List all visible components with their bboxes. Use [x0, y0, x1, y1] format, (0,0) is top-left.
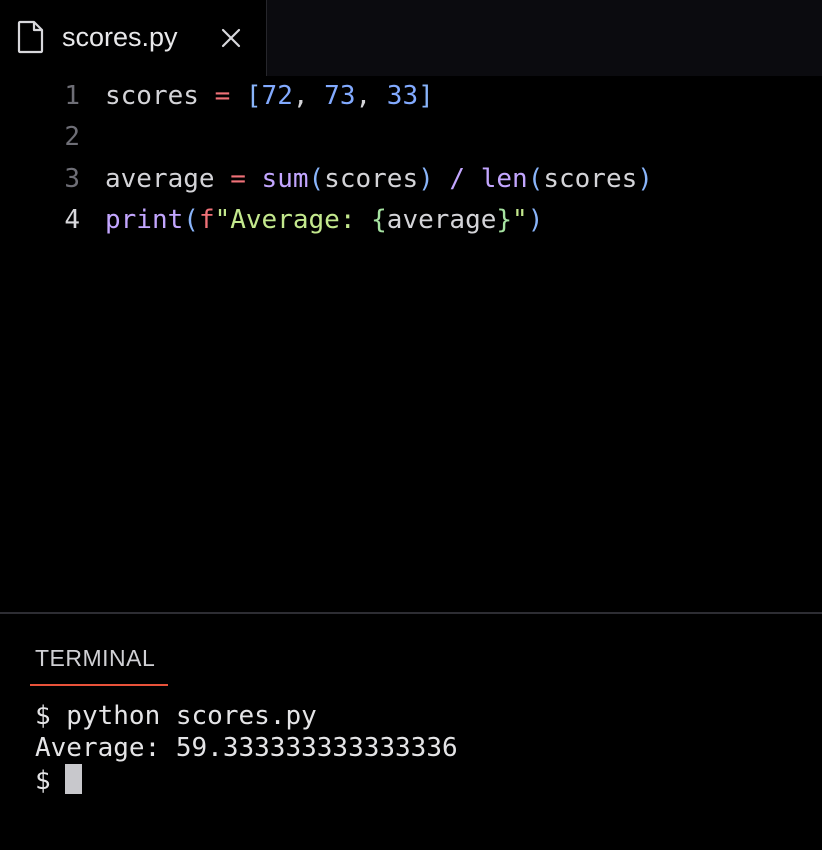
code-token: = — [230, 164, 246, 194]
code-token: ] — [418, 81, 434, 111]
code-token: ( — [308, 164, 325, 194]
code-text: average = sum(scores) / len(scores) — [105, 159, 653, 199]
code-token: scores — [324, 164, 419, 194]
code-line[interactable]: 1 scores = [72, 73, 33] — [0, 76, 822, 116]
tab-title: scores.py — [62, 22, 178, 52]
terminal-prompt-line[interactable]: $ — [35, 764, 82, 797]
code-token: } — [496, 205, 513, 235]
code-token: "Average: — [214, 205, 372, 235]
code-token: 73 — [324, 81, 356, 111]
code-token: average — [105, 164, 215, 194]
tab-terminal[interactable]: TERMINAL — [30, 642, 168, 686]
code-token: [ — [245, 81, 262, 111]
code-text: scores = [72, 73, 33] — [105, 76, 434, 116]
terminal-line: $ python scores.py — [35, 701, 317, 731]
code-token: len — [480, 164, 528, 194]
code-token: 33 — [386, 81, 419, 111]
code-token: scores — [105, 81, 199, 111]
code-token: ) — [418, 164, 434, 194]
active-tab-underline — [30, 684, 168, 686]
line-number: 2 — [64, 122, 80, 152]
code-editor[interactable]: 1 scores = [72, 73, 33] 2 3 average = sum(sc… — [0, 76, 822, 612]
code-line[interactable]: 4 print(f"Average: {average}") — [0, 200, 822, 240]
terminal-line: Average: 59.333333333333336 — [35, 733, 458, 763]
tab-scores-py[interactable]: scores.py — [0, 0, 267, 76]
code-token: sum — [261, 164, 309, 194]
terminal-tab-label: TERMINAL — [35, 645, 156, 671]
tab-bar: scores.py — [0, 0, 822, 77]
code-token: 72 — [261, 81, 293, 111]
code-token: { — [371, 205, 387, 235]
code-token: / — [449, 164, 466, 194]
code-token: ) — [637, 164, 653, 194]
code-token: ( — [527, 164, 544, 194]
close-icon[interactable] — [219, 26, 243, 50]
line-number: 4 — [64, 205, 80, 235]
code-line[interactable]: 2 — [0, 117, 822, 157]
terminal-cursor — [64, 764, 82, 794]
code-token: average — [386, 205, 497, 235]
terminal-panel[interactable]: TERMINAL $ python scores.py Average: 59.… — [0, 614, 822, 850]
code-line[interactable]: 3 average = sum(scores) / len(scores) — [0, 159, 822, 199]
code-token: = — [214, 81, 231, 111]
line-number: 3 — [64, 164, 80, 194]
code-token: , — [355, 81, 387, 111]
code-text: print(f"Average: {average}") — [105, 200, 543, 240]
code-token: " — [512, 205, 528, 235]
code-token: ( — [183, 205, 199, 235]
code-token: , — [292, 81, 325, 111]
code-token: f — [198, 205, 215, 235]
terminal-prompt: $ — [35, 766, 51, 796]
code-token: ) — [527, 205, 544, 235]
code-token: print — [105, 205, 184, 235]
line-number: 1 — [64, 81, 80, 111]
code-token: scores — [543, 164, 638, 194]
file-icon — [17, 20, 44, 54]
